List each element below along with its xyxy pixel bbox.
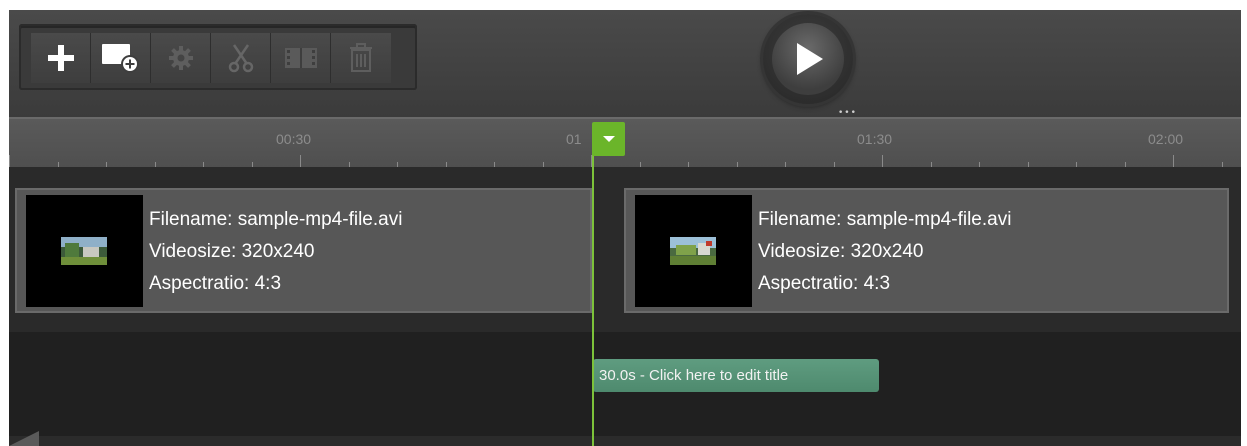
ruler-tick: [9, 155, 10, 167]
clip-aspectratio: Aspectratio: 4:3: [758, 273, 891, 294]
resize-corner: [9, 431, 39, 446]
filmstrip-icon: [284, 48, 317, 68]
horizontal-scrollbar[interactable]: [9, 436, 1241, 446]
toolbar: •••: [9, 10, 1241, 118]
clip-videosize: Videosize: 320x240: [149, 241, 315, 262]
clip-videosize: Videosize: 320x240: [758, 241, 924, 262]
ruler-label-01: 01: [566, 131, 582, 147]
scissors-icon: [228, 44, 253, 73]
trash-icon: [350, 43, 372, 72]
ruler-label-0030: 00:30: [276, 131, 312, 147]
video-clip[interactable]: Filename: sample-mp4-file.avi Videosize:…: [624, 188, 1229, 313]
ruler-tick: [1173, 155, 1174, 167]
clip-info: Filename: sample-mp4-file.avi Videosize:…: [149, 204, 402, 300]
add-media-icon: [101, 44, 139, 73]
gear-icon: [168, 46, 193, 70]
play-icon: [797, 43, 823, 75]
clip-thumbnail: [26, 195, 143, 307]
ruler-label-0200: 02:00: [1148, 131, 1184, 147]
playhead-line: [592, 150, 594, 446]
clip-filename: Filename: sample-mp4-file.avi: [758, 209, 1012, 230]
play-button[interactable]: [772, 23, 844, 95]
title-clip[interactable]: 30.0s - Click here to edit title: [593, 359, 879, 392]
plus-icon: [47, 45, 74, 71]
video-clip[interactable]: Filename: sample-mp4-file.avi Videosize:…: [15, 188, 592, 313]
filmstrip-button[interactable]: [271, 33, 331, 83]
ruler-tick: [300, 155, 301, 167]
add-media-button[interactable]: [91, 33, 151, 83]
cut-button[interactable]: [211, 33, 271, 83]
clip-thumbnail: [635, 195, 752, 307]
video-thumbnail-image: [670, 237, 716, 265]
clip-info: Filename: sample-mp4-file.avi Videosize:…: [758, 204, 1011, 300]
clip-aspectratio: Aspectratio: 4:3: [149, 273, 282, 294]
ruler-tick: [882, 155, 883, 167]
settings-button[interactable]: [151, 33, 211, 83]
delete-button[interactable]: [331, 33, 391, 83]
video-editor: ••• 00:30 01 01:30 02:00 Filename: sampl…: [9, 10, 1241, 446]
video-thumbnail-image: [61, 237, 107, 265]
ruler-label-0130: 01:30: [857, 131, 893, 147]
clip-filename: Filename: sample-mp4-file.avi: [149, 209, 403, 230]
chevron-down-icon: [602, 136, 615, 142]
add-button[interactable]: [31, 33, 91, 83]
play-control: [763, 14, 853, 104]
tool-group: [19, 24, 417, 90]
timeline-ruler[interactable]: 00:30 01 01:30 02:00: [9, 117, 1241, 167]
playhead-handle[interactable]: [592, 122, 625, 156]
